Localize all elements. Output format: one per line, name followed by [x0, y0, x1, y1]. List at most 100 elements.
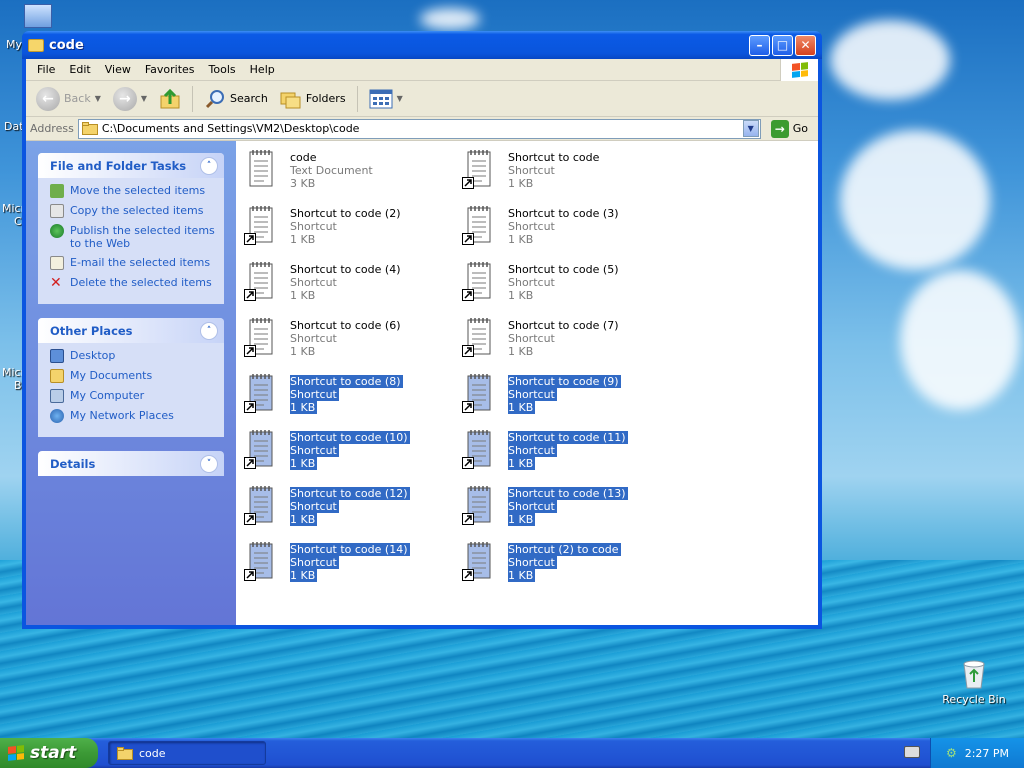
file-size: 1 KB: [290, 289, 316, 302]
panel-title: File and Folder Tasks: [50, 158, 187, 173]
file-size: 1 KB: [508, 569, 536, 582]
details-header[interactable]: Details ˅: [38, 451, 224, 476]
file-item[interactable]: Shortcut to code (8) Shortcut 1 KB: [238, 369, 448, 419]
up-folder-icon: [160, 88, 180, 108]
publish-web-icon: [50, 224, 64, 238]
system-tray: ⚙ 2:27 PM: [930, 738, 1024, 768]
search-icon: [205, 89, 225, 108]
text-document-icon: [249, 150, 273, 187]
forward-dropdown-icon[interactable]: ▼: [141, 94, 147, 103]
move-icon: [50, 184, 64, 198]
task-delete[interactable]: ✕ Delete the selected items: [50, 276, 216, 290]
back-button[interactable]: ← Back ▼: [32, 85, 105, 113]
toolbar-separator: [356, 85, 358, 112]
minimize-button[interactable]: –: [749, 34, 770, 56]
file-item[interactable]: Shortcut to code (11) Shortcut 1 KB: [456, 425, 666, 475]
go-arrow-icon: →: [770, 119, 789, 138]
explorer-window[interactable]: code – □ ✕ File Edit View Favorites Tool…: [22, 31, 822, 629]
file-name: Shortcut to code (2): [290, 207, 401, 220]
folders-button[interactable]: Folders: [276, 87, 350, 111]
maximize-button[interactable]: □: [772, 34, 793, 56]
go-button[interactable]: → Go: [765, 119, 814, 138]
collapse-chevron-icon[interactable]: ˄: [200, 156, 218, 175]
place-my-documents[interactable]: My Documents: [50, 369, 216, 383]
forward-button[interactable]: → ▼: [109, 85, 151, 113]
file-name: Shortcut to code (12): [290, 487, 410, 500]
place-desktop[interactable]: Desktop: [50, 349, 216, 363]
shortcut-notepad-icon: [462, 206, 491, 245]
shortcut-notepad-icon: [462, 318, 491, 357]
desktop-label-data: Dat: [4, 120, 24, 133]
file-type: Shortcut: [290, 556, 339, 569]
menu-file[interactable]: File: [30, 63, 62, 76]
taskbar: start code ⚙ 2:27 PM: [0, 738, 1024, 768]
start-button[interactable]: start: [0, 738, 98, 768]
file-name: Shortcut to code: [508, 151, 600, 164]
menu-view[interactable]: View: [98, 63, 138, 76]
file-type: Shortcut: [508, 444, 557, 457]
my-documents-icon: [50, 369, 64, 383]
file-type: Text Document: [290, 164, 373, 177]
up-button[interactable]: [155, 86, 185, 112]
other-places-header[interactable]: Other Places ˄: [38, 318, 224, 343]
expand-chevron-icon[interactable]: ˅: [200, 454, 218, 473]
address-input[interactable]: C:\Documents and Settings\VM2\Desktop\co…: [77, 118, 761, 139]
place-my-computer[interactable]: My Computer: [50, 389, 216, 403]
file-item[interactable]: Shortcut to code (3) Shortcut 1 KB: [456, 201, 666, 251]
panel-title: Details: [50, 456, 96, 471]
file-name: Shortcut to code (11): [508, 431, 628, 444]
file-type: Shortcut: [508, 556, 557, 569]
clock[interactable]: 2:27 PM: [965, 747, 1009, 760]
recycle-bin[interactable]: Recycle Bin: [942, 656, 1006, 706]
file-item[interactable]: Shortcut to code Shortcut 1 KB: [456, 145, 666, 195]
file-item[interactable]: Shortcut to code (7) Shortcut 1 KB: [456, 313, 666, 363]
menu-help[interactable]: Help: [243, 63, 282, 76]
back-dropdown-icon[interactable]: ▼: [95, 94, 101, 103]
views-dropdown-icon[interactable]: ▼: [397, 94, 403, 103]
file-item[interactable]: Shortcut to code (4) Shortcut 1 KB: [238, 257, 448, 307]
task-label: Publish the selected items to the Web: [70, 224, 215, 250]
file-item[interactable]: Shortcut to code (9) Shortcut 1 KB: [456, 369, 666, 419]
search-button[interactable]: Search: [200, 86, 272, 112]
file-item[interactable]: Shortcut to code (12) Shortcut 1 KB: [238, 481, 448, 531]
menu-favorites[interactable]: Favorites: [138, 63, 202, 76]
task-email[interactable]: E-mail the selected items: [50, 256, 216, 270]
file-item[interactable]: Shortcut to code (14) Shortcut 1 KB: [238, 537, 448, 587]
keyboard-icon[interactable]: [904, 746, 920, 758]
recycle-bin-label: Recycle Bin: [942, 693, 1006, 706]
start-label: start: [30, 743, 77, 763]
network-tray-icon[interactable]: ⚙: [946, 746, 957, 760]
menu-tools[interactable]: Tools: [202, 63, 243, 76]
address-dropdown-icon[interactable]: ▼: [742, 120, 759, 137]
file-view[interactable]: code Text Document 3 KB Shortcut to code Sho…: [236, 141, 818, 625]
close-button[interactable]: ✕: [795, 34, 816, 56]
task-move[interactable]: Move the selected items: [50, 184, 216, 198]
place-my-network-places[interactable]: My Network Places: [50, 409, 216, 423]
email-icon: [50, 256, 64, 270]
file-size: 1 KB: [508, 233, 534, 246]
file-name: Shortcut (2) to code: [508, 543, 621, 556]
delete-x-icon: ✕: [50, 275, 62, 291]
file-size: 1 KB: [290, 345, 316, 358]
views-button[interactable]: ▼: [365, 87, 407, 111]
file-item[interactable]: Shortcut (2) to code Shortcut 1 KB: [456, 537, 666, 587]
file-item[interactable]: Shortcut to code (13) Shortcut 1 KB: [456, 481, 666, 531]
collapse-chevron-icon[interactable]: ˄: [200, 321, 218, 340]
file-name: Shortcut to code (6): [290, 319, 401, 332]
file-item[interactable]: Shortcut to code (6) Shortcut 1 KB: [238, 313, 448, 363]
title-bar[interactable]: code – □ ✕: [22, 31, 822, 59]
task-publish[interactable]: Publish the selected items to the Web: [50, 224, 216, 250]
my-computer-icon[interactable]: [24, 4, 52, 28]
file-item[interactable]: Shortcut to code (5) Shortcut 1 KB: [456, 257, 666, 307]
taskbar-window-button[interactable]: code: [108, 741, 266, 765]
file-folder-tasks-header[interactable]: File and Folder Tasks ˄: [38, 153, 224, 178]
menu-edit[interactable]: Edit: [62, 63, 97, 76]
file-type: Shortcut: [508, 220, 555, 233]
file-name: Shortcut to code (9): [508, 375, 621, 388]
file-item[interactable]: code Text Document 3 KB: [238, 145, 448, 195]
task-copy[interactable]: Copy the selected items: [50, 204, 216, 218]
file-item[interactable]: Shortcut to code (10) Shortcut 1 KB: [238, 425, 448, 475]
search-label: Search: [230, 92, 268, 105]
views-icon: [369, 89, 393, 108]
file-item[interactable]: Shortcut to code (2) Shortcut 1 KB: [238, 201, 448, 251]
